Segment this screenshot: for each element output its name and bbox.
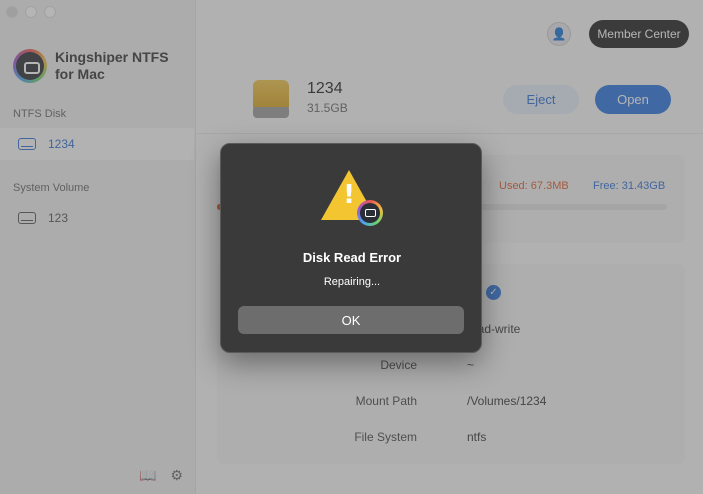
warning-icon: ! bbox=[321, 170, 383, 228]
app-badge-icon bbox=[357, 200, 383, 226]
error-dialog: ! Disk Read Error Repairing... OK bbox=[220, 143, 482, 353]
app-window: Kingshiper NTFS for Mac NTFS Disk 1234 S… bbox=[0, 0, 703, 494]
dialog-title: Disk Read Error bbox=[302, 250, 402, 265]
dialog-message: Repairing... bbox=[323, 276, 381, 288]
ok-button[interactable]: OK bbox=[238, 306, 464, 334]
